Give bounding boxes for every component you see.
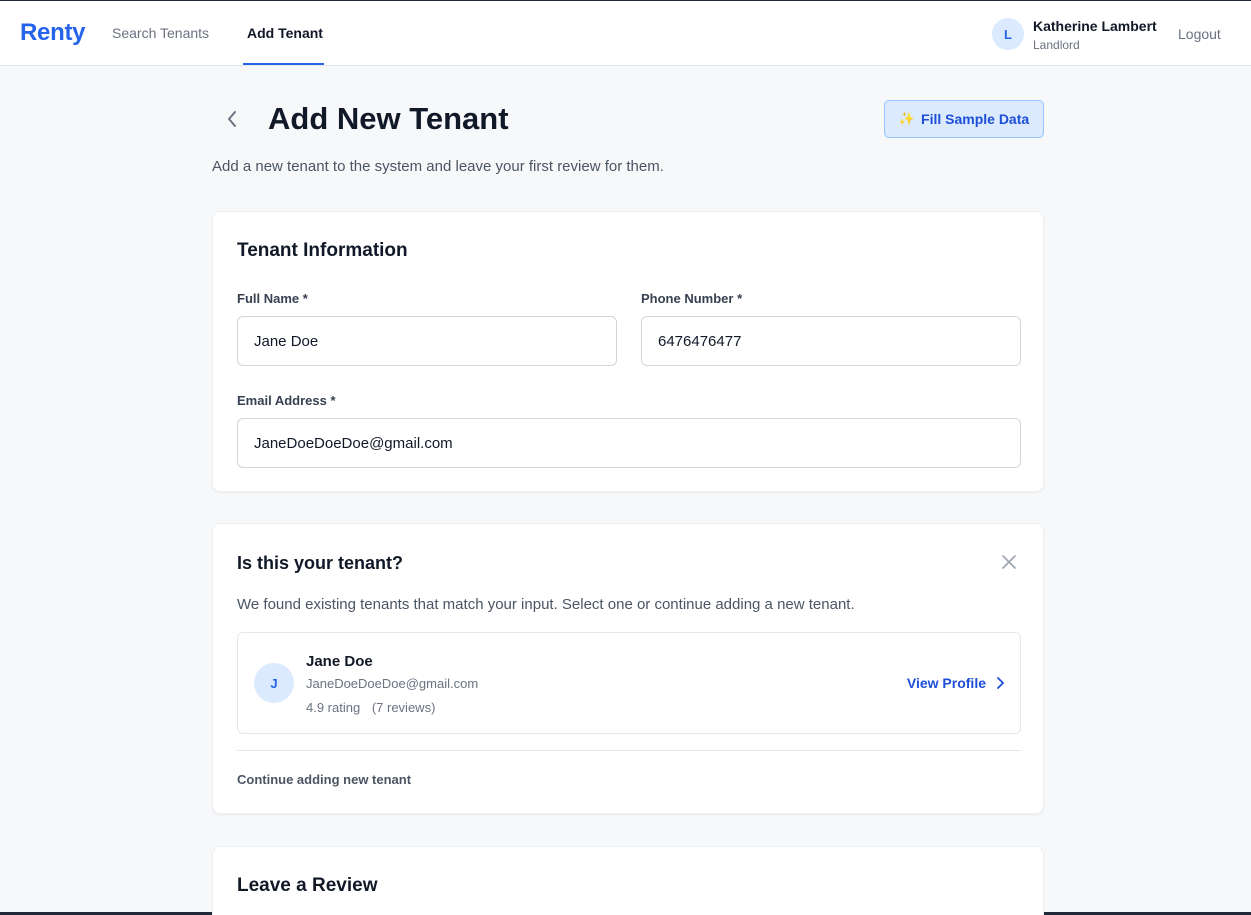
tenant-information-title: Tenant Information xyxy=(237,240,408,261)
view-profile-link[interactable]: View Profile xyxy=(907,675,1004,691)
logout-button[interactable]: Logout xyxy=(1178,26,1221,42)
page-subtitle: Add a new tenant to the system and leave… xyxy=(212,158,664,175)
page-title: Add New Tenant xyxy=(268,101,509,136)
tenant-rating: 4.9 rating (7 reviews) xyxy=(306,700,435,715)
divider xyxy=(237,750,1021,751)
continue-adding-button[interactable]: Continue adding new tenant xyxy=(237,772,411,787)
phone-number-input[interactable] xyxy=(641,316,1021,366)
fill-sample-data-label: Fill Sample Data xyxy=(921,111,1030,127)
leave-review-title: Leave a Review xyxy=(237,875,378,896)
view-profile-label: View Profile xyxy=(906,675,986,691)
fill-sample-data-button[interactable]: ✨ Fill Sample Data xyxy=(884,100,1044,138)
user-name: Katherine Lambert xyxy=(1033,18,1157,34)
tenant-match-title: Is this your tenant? xyxy=(237,553,404,573)
rating-value: 4.9 rating xyxy=(306,700,361,715)
chevron-right-icon xyxy=(997,677,1004,689)
email-field[interactable] xyxy=(237,418,1021,468)
avatar[interactable]: L xyxy=(992,18,1024,50)
sparkles-icon: ✨ xyxy=(898,111,916,126)
full-name-input[interactable] xyxy=(237,316,617,366)
logo[interactable]: Renty xyxy=(20,19,85,47)
nav-add-tenant[interactable]: Add Tenant xyxy=(247,25,323,41)
avatar: J xyxy=(254,663,294,703)
tenant-email: JaneDoeDoeDoe@gmail.com xyxy=(306,676,479,691)
close-button[interactable] xyxy=(999,552,1019,572)
tenant-match-description: We found existing tenants that match you… xyxy=(237,596,855,613)
leave-review-card: Leave a Review xyxy=(212,846,1044,915)
review-count: (7 reviews) xyxy=(371,700,436,715)
full-name-label: Full Name * xyxy=(237,291,308,306)
tenant-match-card: Is this your tenant? We found existing t… xyxy=(212,523,1044,814)
active-tab-indicator xyxy=(243,63,324,65)
back-button[interactable] xyxy=(220,107,244,131)
phone-number-label: Phone Number * xyxy=(641,291,743,306)
close-icon xyxy=(1002,555,1016,569)
list-item[interactable]: J Jane Doe JaneDoeDoeDoe@gmail.com 4.9 r… xyxy=(237,632,1021,734)
nav-search-tenants[interactable]: Search Tenants xyxy=(112,25,209,41)
user-role: Landlord xyxy=(1033,38,1080,52)
email-label: Email Address * xyxy=(237,393,336,408)
tenant-information-card: Tenant Information Full Name * Phone Num… xyxy=(212,211,1044,492)
top-nav: Renty Search Tenants Add Tenant L Kather… xyxy=(0,1,1251,66)
tenant-name: Jane Doe xyxy=(306,653,373,670)
chevron-left-icon xyxy=(228,111,236,127)
